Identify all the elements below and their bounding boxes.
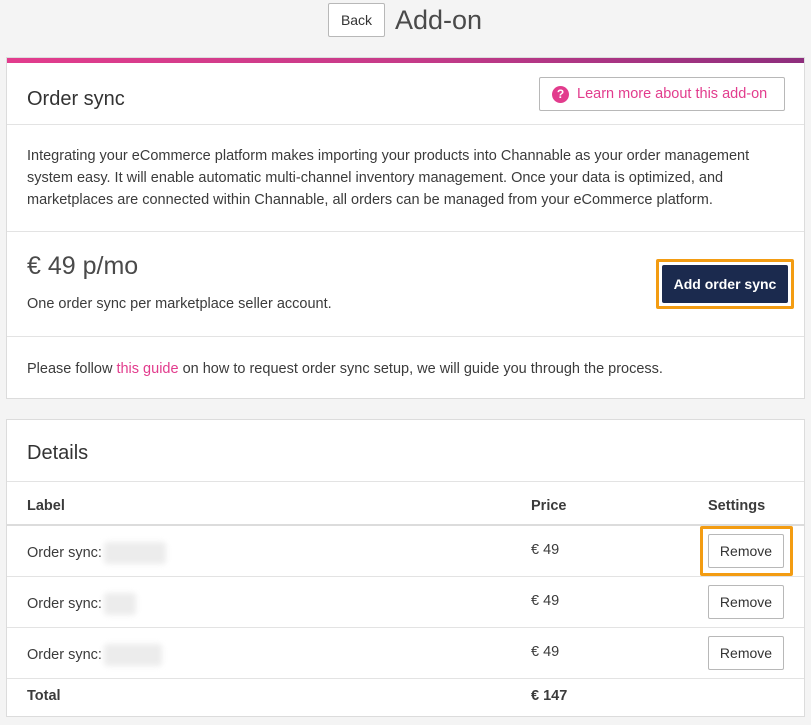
add-order-sync-button[interactable]: Add order sync (662, 265, 788, 303)
guide-suffix: on how to request order sync setup, we w… (178, 361, 663, 377)
table-total-row: Total € 147 (7, 679, 804, 715)
guide-link[interactable]: this guide (116, 361, 178, 377)
top-bar: Back Add-on (0, 0, 811, 56)
guide-prefix: Please follow (27, 361, 117, 377)
details-header: Details (7, 420, 804, 482)
table-header: Label Price Settings (7, 482, 804, 526)
row-label: Order sync: (27, 644, 162, 666)
price-note: One order sync per marketplace seller ac… (27, 296, 332, 312)
row-label-text: Order sync: (27, 544, 102, 561)
addon-title: Order sync (27, 88, 125, 110)
total-label: Total (27, 688, 61, 704)
row-price: € 49 (531, 644, 560, 660)
learn-more-label: Learn more about this add-on (577, 86, 768, 102)
remove-button[interactable]: Remove (708, 585, 784, 619)
row-price: € 49 (531, 542, 560, 558)
question-circle-icon: ? (552, 85, 569, 103)
row-label-text: Order sync: (27, 595, 102, 612)
addon-card: Order sync ? Learn more about this add-o… (6, 57, 805, 399)
guide-text: Please follow this guide on how to reque… (7, 337, 804, 379)
addon-header: Order sync ? Learn more about this add-o… (7, 63, 804, 125)
row-price: € 49 (531, 593, 560, 609)
details-card: Details Label Price Settings Order sync:… (6, 419, 805, 717)
row-label: Order sync: (27, 593, 136, 615)
redacted-name (103, 542, 166, 564)
table-row: Order sync: € 49 Remove (7, 577, 804, 628)
learn-more-button[interactable]: ? Learn more about this add-on (539, 77, 785, 111)
back-button[interactable]: Back (328, 3, 385, 37)
addon-price: € 49 p/mo (27, 252, 139, 280)
column-header-label: Label (27, 498, 65, 514)
details-title: Details (27, 442, 89, 464)
redacted-name (103, 593, 136, 615)
total-value: € 147 (531, 688, 568, 704)
pricing-section: € 49 p/mo One order sync per marketplace… (7, 232, 804, 337)
row-label: Order sync: (27, 542, 166, 564)
row-label-text: Order sync: (27, 646, 102, 663)
addon-description: Integrating your eCommerce platform make… (7, 125, 804, 232)
column-header-settings: Settings (708, 498, 766, 514)
table-row: Order sync: € 49 Remove (7, 628, 804, 679)
remove-button[interactable]: Remove (708, 636, 784, 670)
table-row: Order sync: € 49 Remove (7, 526, 804, 577)
remove-button[interactable]: Remove (708, 534, 784, 568)
column-header-price: Price (531, 498, 567, 514)
redacted-name (103, 644, 162, 666)
page-title: Add-on (395, 5, 483, 35)
